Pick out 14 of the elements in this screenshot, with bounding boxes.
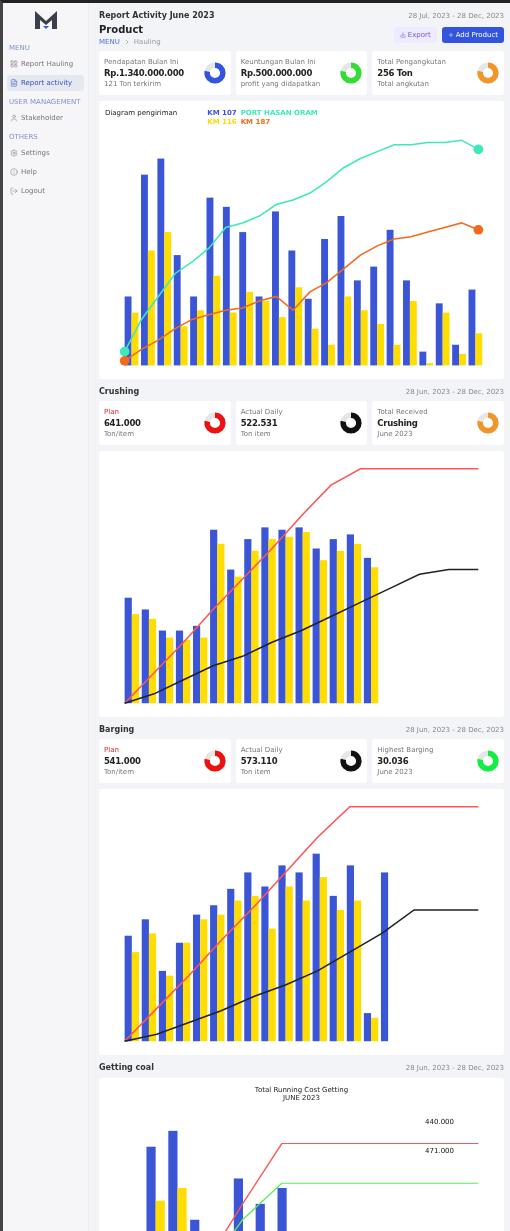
card-value: 641.000 bbox=[104, 418, 141, 428]
card-value: Rp.1.340.000.000 bbox=[104, 68, 184, 78]
card-value: 30.036 bbox=[377, 756, 410, 766]
section-title: Getting coal bbox=[99, 1063, 154, 1072]
card-value: 573.110 bbox=[240, 756, 279, 766]
section-title: Barging bbox=[99, 725, 135, 734]
card-value: 256 Ton bbox=[377, 68, 414, 78]
card-value: Rp.500.000.000 bbox=[240, 68, 313, 78]
section-title: Crushing bbox=[99, 387, 140, 396]
card-value: Crushing bbox=[377, 418, 419, 428]
card-value: 541.000 bbox=[104, 756, 141, 766]
page-title: Product bbox=[99, 24, 145, 35]
report-title: Report Activity June 2023 bbox=[99, 11, 215, 20]
card-value: 522.531 bbox=[240, 418, 279, 428]
